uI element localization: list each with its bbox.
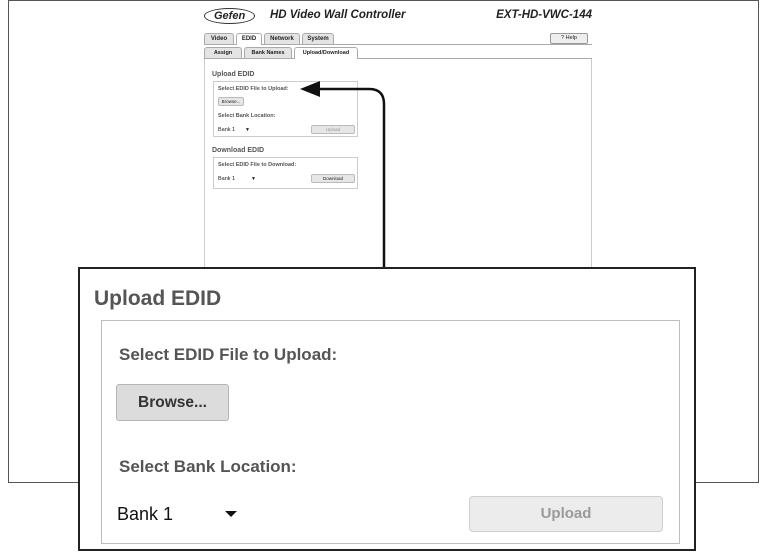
download-edid-title: Download EDID (212, 147, 265, 154)
zoom-upload-edid-title: Upload EDID (94, 287, 222, 310)
zoom-browse-button[interactable]: Browse... (116, 384, 229, 421)
zoom-upload-file-label: Select EDID File to Upload: (119, 345, 338, 364)
zoom-upload-edid-box: Select EDID File to Upload: Browse... Se… (101, 320, 680, 544)
zoom-upload-button[interactable]: Upload (469, 496, 663, 532)
download-edid-box: Select EDID File to Download: Bank 1 ▼ D… (213, 157, 358, 189)
download-file-label: Select EDID File to Download: (218, 162, 297, 168)
header: Gefen HD Video Wall Controller EXT-HD-VW… (204, 8, 594, 24)
bank-select[interactable]: Bank 1 ▼ (218, 126, 250, 134)
tab-video[interactable]: Video (204, 33, 234, 44)
gefen-logo: Gefen (204, 8, 256, 24)
edid-content: Upload EDID Select EDID File to Upload: … (204, 59, 592, 282)
main-tabs: Video EDID Network System ? Help (204, 32, 592, 45)
model-number: EXT-HD-VWC-144 (496, 9, 592, 21)
app-title: HD Video Wall Controller (270, 9, 406, 21)
chevron-down-icon: ▼ (245, 127, 250, 133)
tab-bank-names[interactable]: Bank Names (244, 47, 292, 58)
download-button[interactable]: Download (311, 174, 355, 183)
tab-system[interactable]: System (302, 33, 334, 44)
zoom-bank-select-value: Bank 1 (117, 504, 174, 524)
sub-tabs: Assign Bank Names Upload/Download (204, 46, 592, 59)
download-bank-select[interactable]: Bank 1 ▼ (218, 175, 256, 183)
browse-button[interactable]: Browse... (218, 97, 244, 106)
upload-file-label: Select EDID File to Upload: (218, 86, 289, 92)
upload-button[interactable]: Upload (311, 125, 355, 134)
tab-upload-download[interactable]: Upload/Download (294, 47, 358, 59)
web-ui-preview: Gefen HD Video Wall Controller EXT-HD-VW… (204, 8, 594, 282)
bank-location-label: Select Bank Location: (218, 113, 276, 119)
help-button[interactable]: ? Help (550, 33, 588, 44)
download-bank-select-value: Bank 1 (218, 176, 236, 182)
tab-edid[interactable]: EDID (236, 33, 262, 45)
tab-network[interactable]: Network (264, 33, 300, 44)
zoom-bank-location-label: Select Bank Location: (119, 457, 297, 476)
bank-select-value: Bank 1 (218, 127, 236, 133)
tab-assign[interactable]: Assign (204, 47, 242, 58)
zoom-bank-select[interactable]: Bank 1 (117, 501, 241, 527)
upload-edid-title: Upload EDID (212, 71, 255, 78)
chevron-down-icon (225, 511, 237, 517)
upload-edid-box: Select EDID File to Upload: Browse... Se… (213, 81, 358, 137)
chevron-down-icon: ▼ (251, 176, 256, 182)
zoomed-upload-panel: Upload EDID Select EDID File to Upload: … (78, 267, 696, 551)
